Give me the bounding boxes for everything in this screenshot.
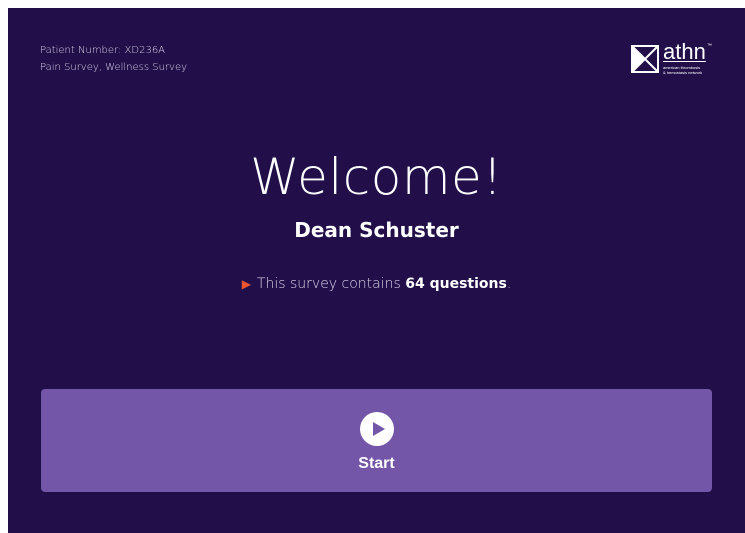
logo-wordmark: athn xyxy=(663,39,706,64)
logo-trademark: ™ xyxy=(707,43,712,49)
survey-info-suffix: . xyxy=(506,276,512,292)
question-count: 64 questions xyxy=(405,276,507,292)
survey-info: ▶ This survey contains 64 questions. xyxy=(8,274,745,294)
athn-logo: athn ™ american thrombosis & hemostasis … xyxy=(631,41,715,77)
athn-logo-icon xyxy=(631,45,659,73)
play-circle-icon xyxy=(360,412,394,446)
logo-tagline: american thrombosis & hemostasis network xyxy=(663,65,702,75)
welcome-heading: Welcome! xyxy=(250,148,503,206)
arrow-right-icon: ▶ xyxy=(241,277,251,291)
patient-number: Patient Number: XD236A xyxy=(40,45,166,56)
start-button-label: Start xyxy=(358,455,395,472)
patient-info: Patient Number: XD236A Pain Survey, Well… xyxy=(40,42,187,76)
logo-tagline-line2: & hemostasis network xyxy=(663,70,703,75)
patient-name: Dean Schuster xyxy=(294,218,459,242)
survey-info-prefix: This survey contains xyxy=(256,276,406,292)
survey-welcome-screen: Patient Number: XD236A Pain Survey, Well… xyxy=(8,8,745,533)
start-button[interactable]: Start xyxy=(41,389,712,492)
survey-list: Pain Survey, Wellness Survey xyxy=(40,62,188,73)
